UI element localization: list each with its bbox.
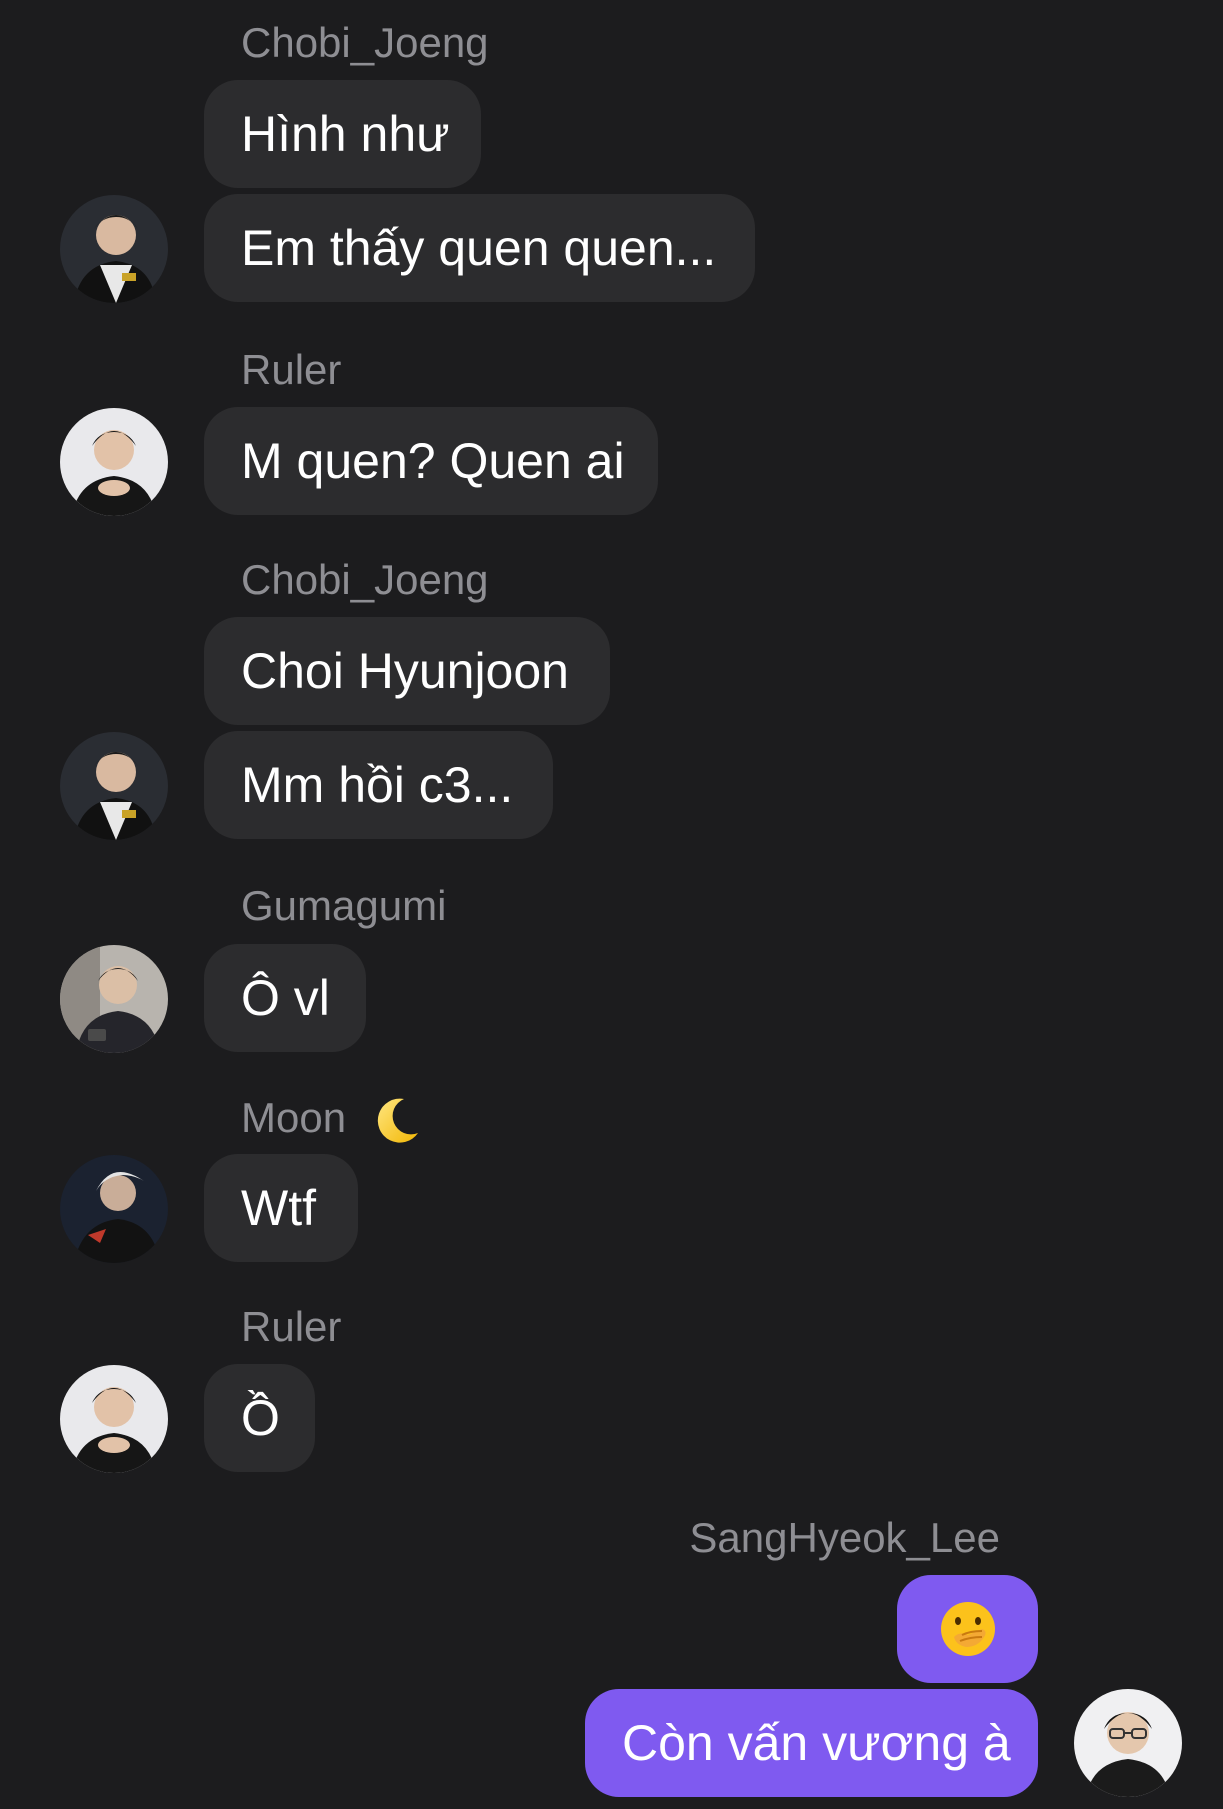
avatar-sanghyeok-lee[interactable]	[1074, 1689, 1182, 1797]
message-bubble[interactable]: Ồ	[204, 1364, 315, 1472]
message-text: Hình như	[241, 106, 450, 162]
message-bubble-outgoing[interactable]: Còn vấn vương à	[585, 1689, 1038, 1797]
message-text: M quen? Quen ai	[241, 433, 625, 489]
sender-name: Gumagumi	[241, 882, 447, 929]
message-bubble[interactable]: Choi Hyunjoon	[204, 617, 610, 725]
avatar-chobi-joeng[interactable]	[60, 732, 168, 840]
message-text: Wtf	[241, 1180, 316, 1236]
message-bubble[interactable]: Mm hồi c3...	[204, 731, 553, 839]
sender-name: SangHyeok_Lee	[689, 1514, 1000, 1561]
avatar-gumagumi[interactable]	[60, 945, 168, 1053]
message-text: Ồ	[241, 1390, 280, 1446]
message-text: Ô vl	[241, 970, 330, 1026]
avatar-ruler[interactable]	[60, 408, 168, 516]
crescent-moon-icon	[377, 1098, 418, 1143]
message-bubble-outgoing[interactable]	[897, 1575, 1038, 1683]
sender-name: Ruler	[241, 346, 342, 393]
message-text: Em thấy quen quen...	[241, 220, 717, 276]
sender-name: Chobi_Joeng	[241, 556, 489, 603]
sender-name: Ruler	[241, 1303, 342, 1350]
avatar-chobi-joeng[interactable]	[60, 195, 168, 303]
sender-name: Moon	[241, 1095, 422, 1147]
message-bubble[interactable]: Em thấy quen quen...	[204, 194, 755, 302]
message-bubble[interactable]: Hình như	[204, 80, 481, 188]
message-bubble[interactable]: M quen? Quen ai	[204, 407, 658, 515]
avatar-ruler[interactable]	[60, 1365, 168, 1473]
message-text: Choi Hyunjoon	[241, 643, 569, 699]
message-text: Mm hồi c3...	[241, 757, 514, 813]
avatar-moon[interactable]	[60, 1155, 168, 1263]
sender-label: Moon	[241, 1094, 347, 1142]
message-bubble[interactable]: Wtf	[204, 1154, 358, 1262]
message-bubble[interactable]: Ô vl	[204, 944, 366, 1052]
message-text: Còn vấn vương à	[622, 1715, 1011, 1771]
sender-name: Chobi_Joeng	[241, 19, 489, 66]
face-with-hand-over-mouth-icon	[940, 1602, 995, 1656]
